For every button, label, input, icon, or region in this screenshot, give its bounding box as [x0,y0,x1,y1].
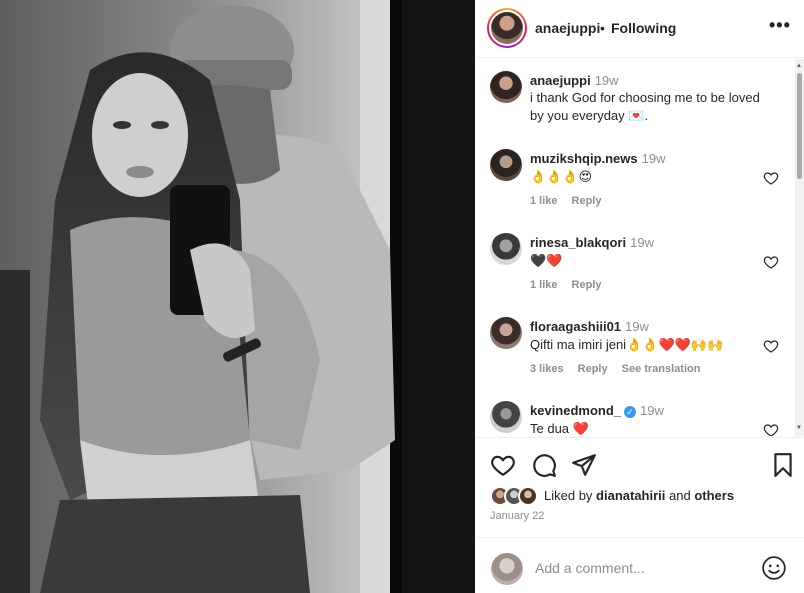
reply-button[interactable]: Reply [572,279,602,291]
comment-meta: 1 like Reply [530,195,616,207]
comment-username[interactable]: muzikshqip.news [530,151,638,166]
following-button[interactable]: Following [611,20,676,36]
comment-heart-icon[interactable] [763,170,779,186]
scroll-down-arrow-icon[interactable]: ▼ [796,425,803,431]
liked-by-text: Liked by dianatahirii and others [544,488,734,503]
comment-username[interactable]: kevinedmond_ [530,403,621,418]
author-username[interactable]: anaejuppi [535,20,600,36]
add-comment-bar [475,537,804,593]
author-avatar[interactable] [487,8,527,48]
comment-icon[interactable] [531,452,557,478]
post-date[interactable]: January 22 [490,510,544,522]
comment-heart-icon[interactable] [763,422,779,436]
post-photo[interactable] [0,0,475,593]
liked-by-avatars[interactable] [490,486,542,506]
bookmark-icon[interactable] [770,452,796,478]
comment-time[interactable]: 19w [630,235,654,250]
liked-by-and: and [665,488,695,503]
post-details-panel: anaejuppi • Following ••• anaejuppi 19w i… [475,0,804,593]
comment-meta: 3 likes Reply See translation [530,363,714,375]
verified-badge-icon: ✓ [624,406,637,418]
comment-username[interactable]: floraagashiii01 [530,319,621,334]
comment-text: Qifti ma imiri jeni👌👌❤️❤️🙌🙌 [530,337,724,352]
liked-by-user[interactable]: dianatahirii [596,488,665,503]
comment-item: floraagashiii01 19w Qifti ma imiri jeni👌👌… [475,307,795,391]
liker-avatar[interactable] [518,486,538,506]
comment-item: kevinedmond_ ✓ 19w Te dua ❤️ [475,391,795,436]
comment-time[interactable]: 19w [642,151,666,166]
comment-avatar[interactable] [490,401,522,433]
comment-heart-icon[interactable] [763,338,779,354]
liked-by-others[interactable]: others [694,488,734,503]
comments-list[interactable]: anaejuppi 19w i thank God for choosing me… [475,59,804,436]
comment-text: 🖤❤️ [530,253,563,268]
comment-text: Te dua ❤️ [530,421,589,436]
comment-username[interactable]: rinesa_blakqori [530,235,626,250]
smiley-icon[interactable] [761,555,787,581]
more-options-icon[interactable]: ••• [769,16,791,34]
post-actions: Liked by dianatahirii and others January… [475,437,804,537]
comment-item: muzikshqip.news 19w 👌👌👌😍 1 like Reply [475,139,795,223]
comments-scrollbar[interactable]: ▲ ▼ [795,59,804,436]
comment-time[interactable]: 19w [640,403,664,418]
scroll-thumb[interactable] [797,73,802,179]
caption-avatar[interactable] [490,71,522,103]
comment-avatar[interactable] [490,149,522,181]
comment-heart-icon[interactable] [763,254,779,270]
post-image [0,0,475,593]
reply-button[interactable]: Reply [572,195,602,207]
liked-by-prefix: Liked by [544,488,597,503]
heart-icon[interactable] [490,452,516,478]
caption-time[interactable]: 19w [595,73,619,88]
comment-item: rinesa_blakqori 19w 🖤❤️ 1 like Reply [475,223,795,307]
caption-username[interactable]: anaejuppi [530,73,591,88]
comment-likes[interactable]: 1 like [530,195,558,207]
send-icon[interactable] [571,452,597,478]
header-separator: • [600,20,605,36]
comment-avatar[interactable] [490,233,522,265]
comment-meta: 1 like Reply [530,279,616,291]
add-comment-input[interactable] [535,560,755,576]
scroll-up-arrow-icon[interactable]: ▲ [796,63,803,69]
comment-text: 👌👌👌😍 [530,169,593,184]
see-translation-link[interactable]: See translation [622,363,701,375]
comment-time[interactable]: 19w [625,319,649,334]
comment-likes[interactable]: 3 likes [530,363,564,375]
current-user-avatar [491,553,523,585]
reply-button[interactable]: Reply [578,363,608,375]
comment-likes[interactable]: 1 like [530,279,558,291]
comment-avatar[interactable] [490,317,522,349]
caption: anaejuppi 19w i thank God for choosing me… [475,59,795,139]
caption-text: i thank God for choosing me to be loved … [530,90,760,123]
post-header: anaejuppi • Following ••• [475,0,804,58]
